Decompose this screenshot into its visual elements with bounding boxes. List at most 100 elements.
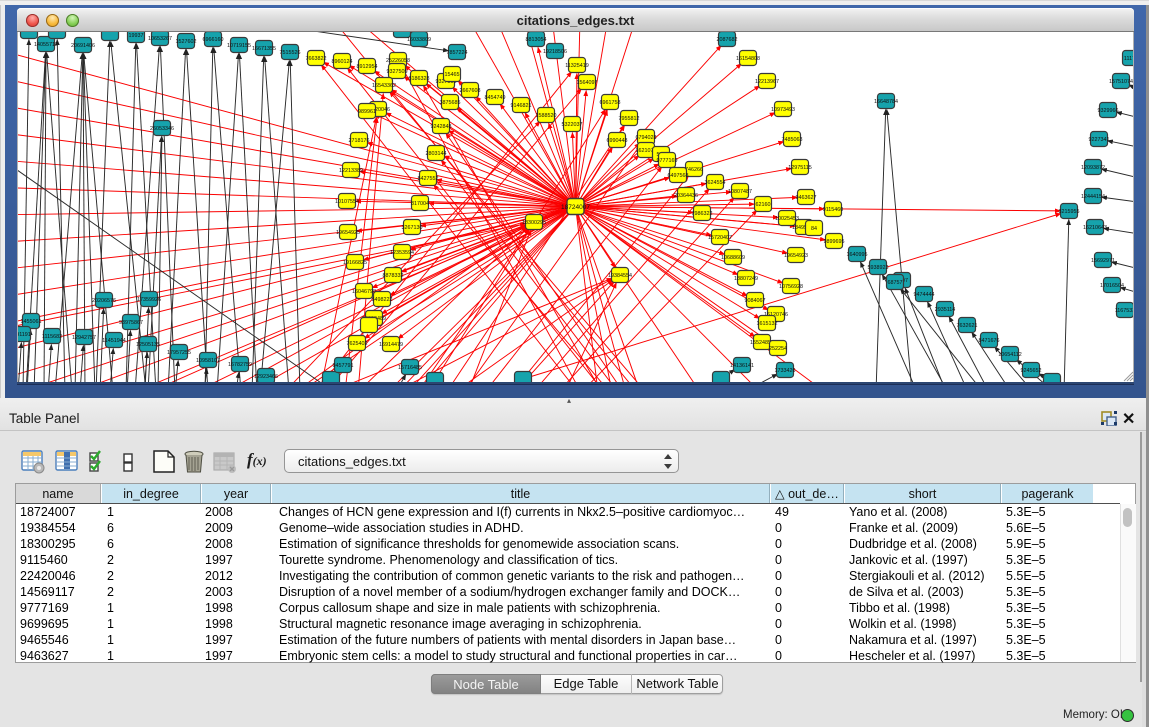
svg-text:20691406: 20691406 [71,43,95,49]
svg-text:7625402: 7625402 [347,341,368,347]
svg-text:9474444: 9474444 [914,292,935,298]
svg-text:8912954: 8912954 [357,64,378,70]
svg-text:14136141: 14136141 [730,363,754,369]
svg-text:10973493: 10973493 [771,107,795,113]
svg-text:3624554: 3624554 [705,180,726,186]
svg-text:12975115: 12975115 [788,165,812,171]
svg-text:16782759: 16782759 [228,362,252,368]
svg-text:10688609: 10688609 [721,255,745,261]
svg-text:1564097: 1564097 [577,80,598,86]
svg-text:1733426: 1733426 [775,368,796,374]
svg-text:10107554: 10107554 [335,199,359,205]
svg-text:15751074: 15751074 [1109,79,1133,85]
svg-text:19654925: 19654925 [336,230,360,236]
svg-text:2803144: 2803144 [426,151,447,157]
svg-text:16914479: 16914479 [379,342,403,348]
svg-text:16543362: 16543362 [372,83,396,89]
svg-text:17957255: 17957255 [167,350,191,356]
svg-text:10653267: 10653267 [148,36,172,42]
svg-text:19937: 19937 [129,33,144,39]
svg-text:9245652: 9245652 [1021,368,1042,374]
svg-text:1455061: 1455061 [21,319,42,325]
svg-text:12942757: 12942757 [72,335,96,341]
svg-text:3267130: 3267130 [402,225,423,231]
svg-text:5498222: 5498222 [372,297,393,303]
svg-text:2667608: 2667608 [460,88,481,94]
svg-text:16046798: 16046798 [352,289,376,295]
svg-text:1588520: 1588520 [536,113,557,119]
svg-text:12505135: 12505135 [136,342,160,348]
svg-text:12093872: 12093872 [1081,165,1105,171]
svg-text:6990448: 6990448 [607,138,628,144]
svg-text:20364436: 20364436 [674,193,698,199]
svg-text:15716485: 15716485 [398,365,422,371]
svg-text:16648784: 16648784 [874,99,898,105]
svg-text:16033809: 16033809 [407,37,431,43]
svg-text:817004: 817004 [411,201,429,207]
svg-text:12213967: 12213967 [755,79,779,85]
svg-text:8960124: 8960124 [332,59,353,65]
svg-text:16671355: 16671355 [252,46,276,52]
svg-text:9457791: 9457791 [333,363,354,369]
svg-text:16154808: 16154808 [736,56,760,62]
svg-text:10654112: 10654112 [998,352,1022,358]
svg-text:6497568: 6497568 [668,173,689,179]
svg-text:6794028: 6794028 [636,135,657,141]
svg-text:1640995: 1640995 [847,252,868,258]
svg-text:5322037: 5322037 [562,122,583,128]
svg-text:12923466: 12923466 [254,374,278,380]
svg-text:2935114: 2935114 [935,307,956,313]
svg-text:5938923: 5938923 [868,265,889,271]
svg-text:9227341: 9227341 [1089,137,1110,143]
svg-text:19218506: 19218506 [543,49,567,55]
svg-text:17016504: 17016504 [1100,283,1124,289]
svg-text:12213389: 12213389 [339,168,363,174]
svg-text:9899695: 9899695 [824,239,845,245]
svg-text:6966160: 6966160 [203,37,224,43]
svg-text:93975867: 93975867 [119,320,143,326]
svg-text:10958107: 10958107 [196,358,220,364]
svg-text:15692971: 15692971 [1091,258,1115,264]
svg-text:14055712: 14055712 [34,42,58,48]
svg-text:20206576: 20206576 [92,298,116,304]
svg-text:9463627: 9463627 [796,195,817,201]
svg-text:7485063: 7485063 [782,137,803,143]
svg-text:8471676: 8471676 [979,338,1000,344]
svg-text:15720407: 15720407 [708,235,732,241]
svg-text:1115682: 1115682 [42,334,62,340]
svg-text:1615132: 1615132 [757,321,778,327]
svg-text:18807249: 18807249 [734,276,758,282]
svg-text:12353594: 12353594 [390,250,414,256]
svg-text:9329966: 9329966 [1098,108,1119,114]
svg-text:9146821: 9146821 [511,103,532,109]
svg-text:19384554: 19384554 [608,273,632,279]
svg-text:8186328: 8186328 [409,76,430,82]
svg-text:26053346: 26053346 [150,126,174,132]
svg-text:9777169: 9777169 [657,158,678,164]
svg-text:7515526: 7515526 [280,50,301,56]
svg-text:19166825: 19166825 [343,260,367,266]
svg-text:9327505: 9327505 [387,69,408,75]
svg-text:10719155: 10719155 [227,43,251,49]
svg-text:68757: 68757 [888,280,903,286]
svg-text:7857224: 7857224 [447,50,468,56]
svg-text:18724007: 18724007 [561,204,590,211]
svg-text:19654923: 19654923 [784,253,808,259]
svg-text:7955812: 7955812 [619,116,640,122]
svg-text:7663822: 7663822 [306,56,327,62]
svg-text:7986322: 7986322 [692,211,713,217]
svg-text:11174: 11174 [1124,56,1133,62]
svg-text:11325419: 11325419 [565,63,589,69]
svg-text:2087682: 2087682 [717,37,738,43]
svg-text:8454749: 8454749 [485,95,506,101]
svg-text:1527602: 1527602 [176,39,197,45]
svg-text:3875685: 3875685 [440,100,461,106]
svg-text:11451944: 11451944 [102,338,126,344]
svg-text:17359926: 17359926 [137,297,161,303]
svg-text:1167533: 1167533 [1115,308,1133,314]
svg-text:252254: 252254 [769,346,787,352]
svg-text:84: 84 [811,226,817,232]
svg-text:8215955: 8215955 [1059,209,1080,215]
svg-text:2718176: 2718176 [349,138,370,144]
svg-text:10807487: 10807487 [728,189,752,195]
